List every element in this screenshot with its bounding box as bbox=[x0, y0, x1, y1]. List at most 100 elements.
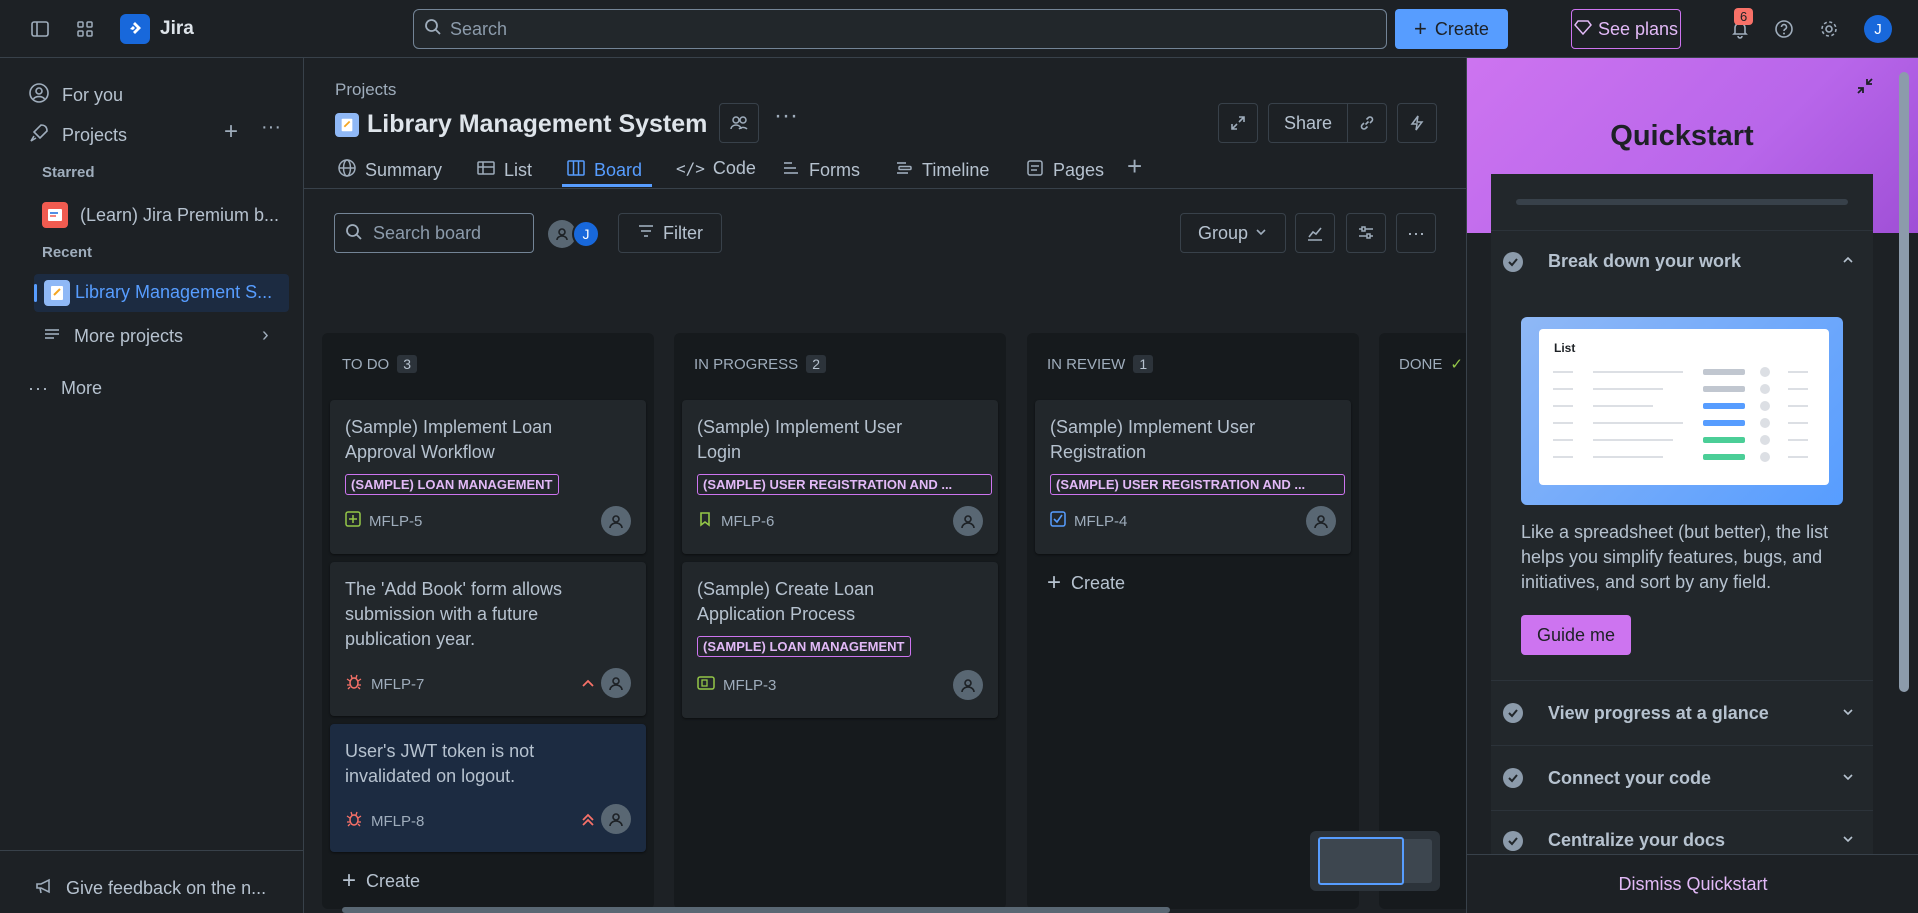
chevron-down-icon bbox=[1841, 770, 1855, 787]
assignee-avatar-icon[interactable] bbox=[1306, 506, 1336, 536]
sidebar-item-label: More bbox=[60, 378, 102, 398]
epic-label[interactable]: (SAMPLE) USER REGISTRATION AND ... bbox=[1050, 474, 1345, 495]
tab-board[interactable]: Board bbox=[566, 158, 642, 183]
user-avatar[interactable]: J bbox=[572, 220, 600, 248]
horizontal-scrollbar[interactable] bbox=[342, 907, 1170, 913]
column-title: IN REVIEW bbox=[1047, 355, 1126, 373]
list-lines-icon bbox=[42, 324, 62, 349]
board-more-icon[interactable]: ··· bbox=[1396, 213, 1436, 253]
issue-card[interactable]: (Sample) Implement User Registration (SA… bbox=[1035, 400, 1351, 554]
search-icon bbox=[424, 18, 442, 41]
page-title: Library Management System bbox=[367, 110, 708, 138]
issue-card[interactable]: (Sample) Implement Loan Approval Workflo… bbox=[330, 400, 646, 554]
sidebar-item-label: Give feedback on the n... bbox=[66, 878, 267, 898]
assignee-avatar-icon[interactable] bbox=[601, 804, 631, 834]
card-key: MFLP-8 bbox=[345, 810, 424, 832]
search-placeholder: Search bbox=[450, 18, 508, 39]
minimize-icon[interactable] bbox=[1855, 76, 1875, 99]
tab-label: Pages bbox=[1053, 160, 1105, 180]
sidebar-item-for-you[interactable]: For you bbox=[28, 82, 123, 109]
people-icon[interactable] bbox=[719, 103, 759, 143]
board-minimap[interactable] bbox=[1310, 831, 1440, 891]
sidebar-item-more[interactable]: ··· More bbox=[28, 378, 102, 399]
issue-key: MFLP-4 bbox=[1074, 512, 1128, 530]
step-break-down-work[interactable]: Break down your work bbox=[1491, 230, 1873, 292]
tab-label: Board bbox=[594, 160, 643, 180]
create-issue-button[interactable]: + Create bbox=[342, 867, 420, 895]
assignee-avatar-icon[interactable] bbox=[953, 670, 983, 700]
epic-label[interactable]: (SAMPLE) LOAN MANAGEMENT bbox=[345, 474, 559, 495]
issue-card[interactable]: (Sample) Create Loan Application Process… bbox=[682, 562, 998, 718]
timeline-icon bbox=[894, 158, 914, 183]
issue-card[interactable]: The 'Add Book' form allows submission wi… bbox=[330, 562, 646, 716]
copy-link-icon[interactable] bbox=[1347, 103, 1387, 143]
step-connect-code[interactable]: Connect your code bbox=[1491, 745, 1873, 810]
card-key: MFLP-5 bbox=[345, 511, 422, 531]
issue-card[interactable]: User's JWT token is not invalidated on l… bbox=[330, 724, 646, 852]
epic-label[interactable]: (SAMPLE) USER REGISTRATION AND ... bbox=[697, 474, 992, 495]
tab-label: List bbox=[504, 160, 533, 180]
jira-icon bbox=[120, 14, 150, 44]
view-settings-icon[interactable] bbox=[1346, 213, 1386, 253]
create-button[interactable]: + Create bbox=[1395, 9, 1508, 49]
more-dots-icon: ··· bbox=[28, 378, 49, 398]
tab-forms[interactable]: Forms bbox=[781, 158, 860, 183]
vertical-scrollbar[interactable] bbox=[1899, 72, 1909, 692]
step-title: Centralize your docs bbox=[1548, 830, 1726, 850]
projects-more-icon[interactable]: ··· bbox=[261, 116, 281, 139]
help-icon[interactable] bbox=[1768, 13, 1800, 45]
create-issue-button[interactable]: + Create bbox=[1047, 569, 1125, 597]
add-project-icon[interactable]: + bbox=[224, 118, 238, 146]
jira-logo[interactable]: Jira bbox=[120, 14, 194, 44]
list-illustration: List bbox=[1521, 317, 1843, 505]
assignee-avatar-icon[interactable] bbox=[953, 506, 983, 536]
sidebar-toggle-icon[interactable] bbox=[24, 13, 56, 45]
illustration-label: List bbox=[1554, 341, 1576, 355]
step-title: Break down your work bbox=[1548, 251, 1742, 271]
user-avatar[interactable]: J bbox=[1864, 15, 1892, 43]
give-feedback-button[interactable]: Give feedback on the n... bbox=[34, 876, 266, 901]
column-count: 2 bbox=[806, 355, 826, 373]
search-board-input[interactable]: Search board bbox=[334, 213, 534, 253]
sidebar-item-starred-project[interactable]: (Learn) Jira Premium b... bbox=[42, 202, 279, 228]
global-search-input[interactable]: Search bbox=[413, 9, 1387, 49]
tab-pages[interactable]: Pages bbox=[1025, 158, 1104, 183]
sidebar-item-recent-project[interactable]: Library Management S... bbox=[34, 274, 289, 312]
fullscreen-icon[interactable] bbox=[1218, 103, 1258, 143]
app-switcher-icon[interactable] bbox=[69, 13, 101, 45]
sidebar-item-label: More projects bbox=[74, 326, 184, 346]
automation-lightning-icon[interactable] bbox=[1397, 103, 1437, 143]
tab-summary[interactable]: Summary bbox=[337, 158, 442, 183]
dismiss-quickstart-button[interactable]: Dismiss Quickstart bbox=[1467, 854, 1918, 913]
epic-label[interactable]: (SAMPLE) LOAN MANAGEMENT bbox=[697, 636, 911, 657]
settings-gear-icon[interactable] bbox=[1813, 13, 1845, 45]
card-key: MFLP-7 bbox=[345, 673, 424, 695]
check-circle-icon bbox=[1503, 703, 1523, 723]
tab-list[interactable]: List bbox=[476, 158, 532, 183]
card-title: (Sample) Create Loan Application Process bbox=[697, 579, 875, 624]
guide-me-button[interactable]: Guide me bbox=[1521, 615, 1631, 655]
sidebar-item-projects[interactable]: Projects bbox=[28, 122, 127, 149]
minimap-viewport[interactable] bbox=[1318, 837, 1404, 885]
see-plans-button[interactable]: See plans bbox=[1571, 9, 1681, 49]
column-count: 3 bbox=[397, 355, 418, 373]
add-tab-icon[interactable]: + bbox=[1127, 151, 1142, 182]
tab-code[interactable]: </> Code bbox=[676, 158, 756, 179]
column-title: DONE bbox=[1399, 355, 1443, 373]
issue-card[interactable]: (Sample) Implement User Login (SAMPLE) U… bbox=[682, 400, 998, 554]
breadcrumb[interactable]: Projects bbox=[335, 80, 396, 100]
assignee-avatar-icon[interactable] bbox=[601, 506, 631, 536]
share-button[interactable]: Share bbox=[1268, 103, 1348, 143]
assignee-avatar-icon[interactable] bbox=[601, 668, 631, 698]
column-title: TO DO bbox=[342, 355, 390, 373]
sidebar-item-more-projects[interactable]: More projects bbox=[42, 324, 183, 349]
chevron-right-icon: › bbox=[262, 324, 269, 346]
insights-chart-icon[interactable] bbox=[1295, 213, 1335, 253]
group-dropdown[interactable]: Group bbox=[1180, 213, 1286, 253]
filter-button[interactable]: Filter bbox=[618, 213, 722, 253]
priority-high-icon bbox=[580, 812, 596, 831]
create-label: Create bbox=[366, 870, 421, 891]
step-view-progress[interactable]: View progress at a glance bbox=[1491, 680, 1873, 745]
project-more-icon[interactable]: ··· bbox=[774, 102, 798, 130]
tab-timeline[interactable]: Timeline bbox=[894, 158, 989, 183]
